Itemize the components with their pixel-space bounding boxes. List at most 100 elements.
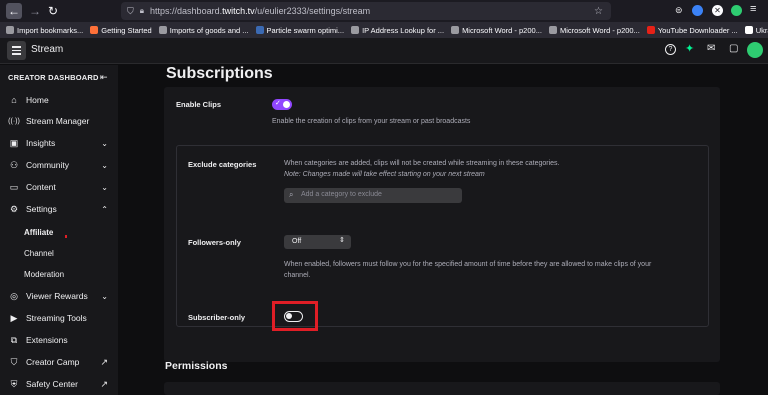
permissions-card — [164, 382, 720, 395]
bookmark-item[interactable]: IP Address Lookup for ... — [351, 26, 444, 35]
hamburger-menu-icon[interactable] — [7, 41, 26, 60]
book-icon: ⛉ — [10, 356, 18, 367]
clips-settings-card: Enable Clips ✓ Enable the creation of cl… — [164, 87, 720, 362]
inbox-icon[interactable]: ✉ — [707, 43, 715, 54]
sidebar-item-community[interactable]: ⚇ Community ⌄ — [0, 155, 118, 175]
bookmark-item[interactable]: Imports of goods and ... — [158, 25, 249, 35]
cursor-mark — [65, 235, 67, 238]
category-search-input[interactable]: ⌕ Add a category to exclude — [284, 188, 462, 203]
help-icon[interactable]: ? — [665, 44, 676, 55]
bookmark-label: Ukraine maps: Trackin... — [755, 25, 768, 35]
extensions-icon: ⧉ — [10, 334, 18, 345]
chevron-down-icon: ⌄ — [101, 138, 108, 148]
sidebar-item-viewer-rewards[interactable]: ◎ Viewer Rewards ⌄ — [0, 286, 118, 306]
chat-icon[interactable]: ▢ — [729, 43, 738, 54]
bookmark-label: YouTube Downloader ... — [657, 25, 738, 35]
search-icon: ⌕ — [289, 190, 294, 199]
url-path: /u/eulier2333/settings/stream — [254, 6, 371, 16]
clip-options-box: Exclude categories When categories are a… — [176, 145, 709, 327]
back-icon[interactable]: ← — [6, 3, 22, 19]
bookmark-item[interactable]: YouTube Downloader ... — [646, 25, 738, 35]
extension-green-icon[interactable] — [731, 5, 742, 16]
bookmark-favicon-icon — [158, 26, 167, 34]
url-domain: twitch.tv — [222, 6, 255, 16]
dashboard-topbar: Stream ? ✦ ✉ ▢ — [0, 38, 768, 64]
bookmark-item[interactable]: Particle swarm optimi... — [255, 25, 345, 35]
toggle-knob — [283, 101, 290, 108]
sidebar-item-label: Extensions — [26, 335, 68, 345]
exclude-categories-note: Note: Changes made will take effect star… — [284, 171, 485, 178]
bookmark-item[interactable]: Microsoft Word - p200... — [451, 26, 542, 35]
checkmark-icon: ✓ — [275, 100, 281, 107]
bookmark-label: Microsoft Word - p200... — [559, 25, 640, 35]
avatar[interactable] — [747, 42, 763, 58]
sidebar-item-settings[interactable]: ⚙ Settings ⌃ — [0, 199, 118, 219]
sidebar-item-creator-camp[interactable]: ⛉ Creator Camp ↗ — [0, 352, 118, 372]
home-icon: ⌂ — [11, 95, 17, 105]
menu-icon[interactable]: ≡ — [750, 3, 756, 15]
sidebar-subitem-moderation[interactable]: Moderation — [24, 270, 64, 279]
sidebar-item-safety-center[interactable]: ⛨ Safety Center ↗ — [0, 374, 118, 394]
sidebar-item-label: Stream Manager — [26, 116, 90, 126]
sparkle-icon[interactable]: ✦ — [685, 42, 694, 55]
external-link-icon: ↗ — [100, 356, 108, 367]
collapse-sidebar-icon[interactable]: ⇤ — [100, 72, 108, 83]
sidebar-item-label: Safety Center — [26, 379, 78, 389]
shield-icon: ⛉ — [127, 5, 134, 16]
bookmarks-bar: Import bookmarks... Getting Started Import… — [0, 22, 768, 38]
bookmark-favicon-icon — [646, 26, 655, 34]
sidebar-item-label: Settings — [26, 204, 57, 214]
sidebar-item-home[interactable]: ⌂ Home — [0, 90, 118, 110]
sidebar-item-insights[interactable]: ▣ Insights ⌄ — [0, 133, 118, 153]
bookmark-item[interactable]: Getting Started — [90, 26, 152, 35]
main-content: Subscriptions Enable Clips ✓ Enable the … — [118, 65, 768, 395]
broadcast-icon: ((·)) — [8, 117, 20, 125]
pocket-icon[interactable]: ⊜ — [675, 5, 683, 16]
sidebar: CREATOR DASHBOARD ⇤ ⌂ Home ((·)) Stream … — [0, 65, 118, 395]
sidebar-item-label: Creator Camp — [26, 357, 80, 367]
sidebar-item-label: Insights — [26, 138, 56, 148]
sidebar-item-label: Streaming Tools — [26, 313, 87, 323]
sidebar-item-content[interactable]: ▭ Content ⌄ — [0, 177, 118, 197]
bookmark-label: Microsoft Word - p200... — [462, 25, 542, 35]
external-link-icon: ↗ — [100, 378, 108, 389]
chevron-up-icon: ⌃ — [101, 204, 108, 214]
bookmark-star-icon[interactable]: ☆ — [594, 6, 603, 17]
shield-icon: ⛨ — [10, 378, 18, 389]
sidebar-subitem-channel[interactable]: Channel — [24, 249, 54, 258]
url-bar[interactable]: ⛉ 🔒︎ https://dashboard. twitch.tv/u/eulie… — [121, 2, 611, 20]
sidebar-item-label: Content — [26, 182, 56, 192]
chevron-down-icon: ⌄ — [101, 160, 108, 170]
bookmark-favicon-icon — [351, 26, 360, 34]
bookmark-item[interactable]: Ukraine maps: Trackin... — [744, 25, 768, 35]
sidebar-item-streaming-tools[interactable]: ▶ Streaming Tools — [0, 308, 118, 328]
exclude-categories-label: Exclude categories — [188, 160, 257, 169]
chevron-down-icon: ⌄ — [101, 182, 108, 192]
sidebar-item-extensions[interactable]: ⧉ Extensions — [0, 330, 118, 350]
bookmark-label: Import bookmarks... — [17, 25, 84, 35]
insights-icon: ▣ — [9, 137, 19, 148]
bookmark-item[interactable]: Import bookmarks... — [6, 26, 83, 35]
bookmark-favicon-icon — [744, 26, 753, 34]
community-icon: ⚇ — [9, 159, 19, 170]
bookmark-item[interactable]: Microsoft Word - p200... — [548, 25, 640, 35]
forward-icon[interactable]: → — [27, 3, 43, 19]
sidebar-subitem-affiliate[interactable]: Affiliate — [24, 228, 53, 237]
account-icon[interactable] — [692, 5, 703, 16]
exclude-categories-description: When categories are added, clips will no… — [284, 160, 560, 167]
subscriber-only-label: Subscriber-only — [188, 313, 246, 322]
permissions-title: Permissions — [165, 360, 228, 372]
browser-toolbar: ← → ↻ ⛉ 🔒︎ https://dashboard. twitch.tv/u… — [0, 0, 768, 22]
sidebar-item-label: Viewer Rewards — [26, 291, 88, 301]
sidebar-item-stream-manager[interactable]: ((·)) Stream Manager — [0, 111, 118, 131]
bookmark-label: Imports of goods and ... — [169, 25, 249, 35]
bookmark-favicon-icon — [548, 26, 557, 34]
bookmark-label: Particle swarm optimi... — [266, 25, 345, 35]
enable-clips-toggle[interactable]: ✓ — [272, 99, 292, 110]
extension-x-icon[interactable]: ✕ — [712, 5, 723, 16]
followers-only-description-cont: channel. — [284, 272, 311, 279]
url-prefix: https://dashboard. — [150, 6, 223, 16]
followers-only-select[interactable]: Off ⇕ — [284, 235, 351, 249]
reload-icon[interactable]: ↻ — [45, 3, 61, 19]
followers-only-label: Followers-only — [188, 238, 241, 247]
